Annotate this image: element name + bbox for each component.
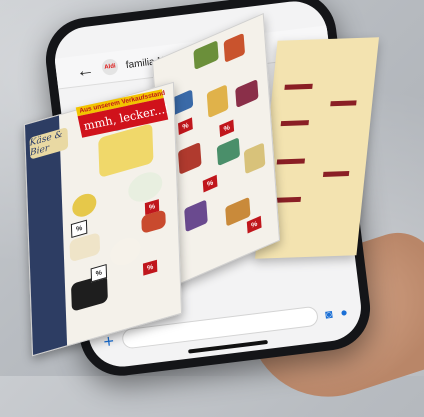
price-rule [280,120,309,127]
product-image [223,32,246,63]
product-image [243,142,266,175]
price-rule [276,158,306,165]
product-image [216,137,241,167]
product-image [193,40,219,70]
price-tag: % [219,119,235,138]
price-tag: % [246,215,262,234]
avatar[interactable]: Aldi [101,58,119,76]
camera-icon[interactable]: ◙ [324,307,333,322]
cheese-box [70,273,108,312]
price-rule [284,83,313,90]
cheese-round [71,190,97,220]
microphone-icon[interactable]: ● [340,305,349,320]
price-tag: % [178,117,193,136]
back-arrow-icon[interactable]: ← [75,59,95,82]
price-tag: % [142,259,158,276]
product-image [235,79,259,108]
product-image [177,141,202,175]
price-tag: % [202,174,218,193]
product-image [206,84,229,119]
price-rule [322,170,350,177]
cheese-plate [109,234,141,269]
product-image [184,199,208,233]
price-rule [330,100,357,107]
